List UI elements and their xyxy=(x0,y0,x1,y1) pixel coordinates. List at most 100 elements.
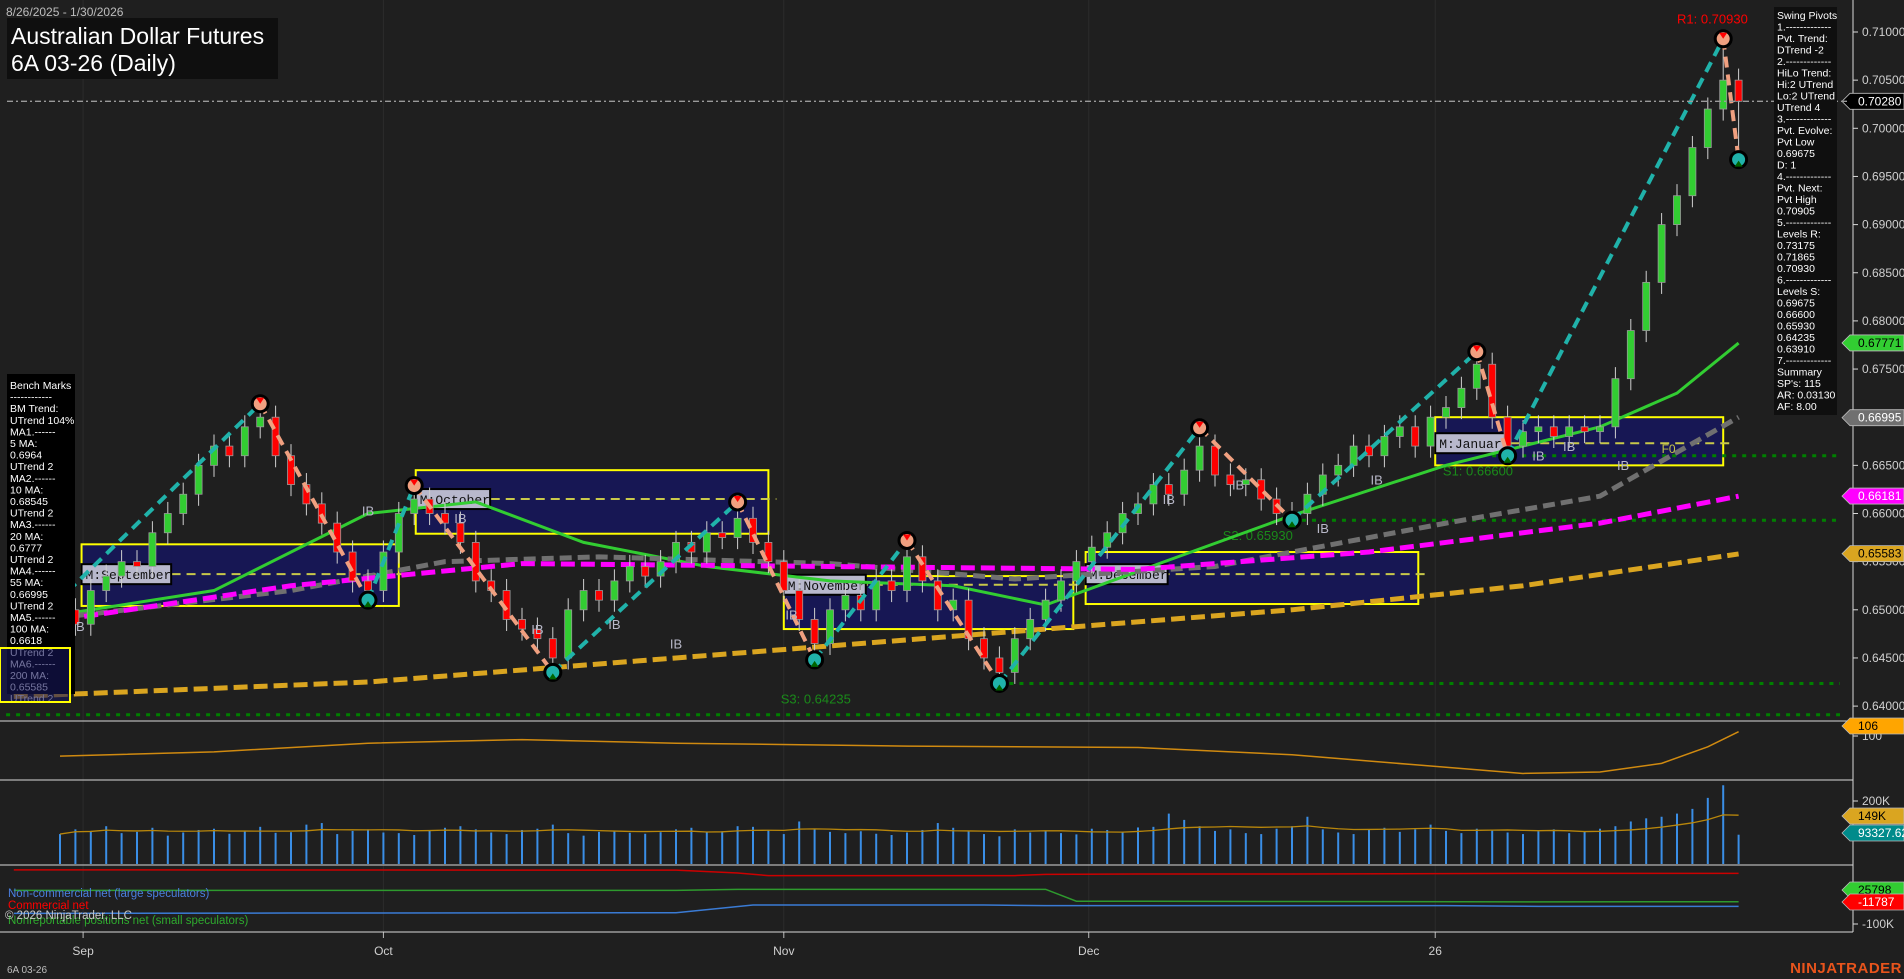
volume-value-marker: 93327.62 xyxy=(1858,826,1904,840)
x-axis-label: Oct xyxy=(374,944,393,958)
swing-pivots-line: Levels R: xyxy=(1777,229,1821,241)
swing-pivots-line: 0.66600 xyxy=(1777,309,1815,321)
swing-pivots-line: Pvt. Next: xyxy=(1777,183,1823,195)
candle-up xyxy=(1058,581,1065,600)
bench-marks-line: BM Trend: xyxy=(10,403,58,415)
flat-label: F0 xyxy=(1662,442,1676,456)
candle-up xyxy=(1350,446,1357,465)
swing-pivots-line: 5.------------- xyxy=(1777,217,1832,229)
ib-marker: IB xyxy=(1232,477,1244,492)
bench-marks-line: Bench Marks xyxy=(10,380,71,392)
candle-up xyxy=(1027,619,1034,638)
bench-marks-line: 55 MA: xyxy=(10,577,43,589)
swing-pivots-line: 4.------------- xyxy=(1777,171,1832,183)
candle-up xyxy=(1335,465,1342,475)
swing-high-pivot-icon xyxy=(1192,420,1208,436)
price-tick-label: 0.65000 xyxy=(1862,603,1904,617)
candle-up xyxy=(1150,485,1157,504)
swing-pivots-line: AR: 0.03130 xyxy=(1777,390,1836,402)
bench-marks-line: 0.6964 xyxy=(10,450,42,462)
candle-up xyxy=(1443,408,1450,418)
candle-up xyxy=(1396,427,1403,437)
candle-up xyxy=(580,591,587,610)
candle-up xyxy=(1627,331,1634,379)
candle-up xyxy=(118,562,125,576)
candle-up xyxy=(257,417,264,427)
candle-up xyxy=(1704,109,1711,148)
x-axis-label: Dec xyxy=(1078,944,1099,958)
x-axis-label: Sep xyxy=(72,944,94,958)
bench-marks-line: MA2.------ xyxy=(10,473,56,485)
ninjatrader-logo: NINJATRADER xyxy=(1790,960,1902,977)
candle-up xyxy=(842,595,849,609)
date-range: 8/26/2025 - 1/30/2026 xyxy=(6,5,124,19)
chart-background xyxy=(0,0,1904,979)
candle-up xyxy=(1181,470,1188,494)
price-tick-label: 0.67500 xyxy=(1862,362,1904,376)
candle-down xyxy=(780,562,787,591)
ib-marker: IB xyxy=(1163,492,1175,507)
ib-marker: IB xyxy=(670,636,682,651)
swing-pivots-line: SP's: 115 xyxy=(1777,378,1821,390)
swing-high-pivot-icon xyxy=(899,532,915,548)
candle-down xyxy=(996,658,1003,672)
price-tick-label: 0.71000 xyxy=(1862,25,1904,39)
candle-down xyxy=(226,446,233,456)
swing-high-pivot-icon xyxy=(252,396,268,412)
price-tick-label: 0.64500 xyxy=(1862,651,1904,665)
price-tick-label: 0.68000 xyxy=(1862,314,1904,328)
bench-marks-line: 0.68545 xyxy=(10,496,48,508)
bench-marks-line: UTrend 2 xyxy=(10,461,54,473)
swing-pivots-line: 0.69675 xyxy=(1777,298,1815,310)
candle-up xyxy=(1720,80,1727,109)
swing-pivots-line: 0.70930 xyxy=(1777,263,1815,275)
swing-pivots-line: 2.------------- xyxy=(1777,56,1832,68)
candle-down xyxy=(1550,427,1557,437)
candle-up xyxy=(1042,600,1049,619)
candle-down xyxy=(134,562,141,567)
candle-up xyxy=(103,576,110,590)
swing-low-pivot-icon xyxy=(1500,448,1516,464)
price-tick-label: 0.64000 xyxy=(1862,699,1904,713)
candle-up xyxy=(1196,446,1203,470)
candle-down xyxy=(549,639,556,658)
price-tick-label: 0.68500 xyxy=(1862,266,1904,280)
ib-marker: IB xyxy=(362,503,374,518)
candle-up xyxy=(1088,547,1095,561)
candle-down xyxy=(811,619,818,643)
price-tick-label: 0.69000 xyxy=(1862,218,1904,232)
chart-canvas[interactable]: SepOctNovDec26 M:SeptemberM:OctoberM:Nov… xyxy=(0,0,1904,979)
ib-marker: IB xyxy=(454,511,466,526)
candle-up xyxy=(1566,427,1573,437)
candle-up xyxy=(195,465,202,494)
bench-marks-line: MA4.------ xyxy=(10,566,56,578)
candle-down xyxy=(1212,446,1219,475)
bench-marks-line: 0.6618 xyxy=(10,635,42,647)
bench-marks-line: UTrend 2 xyxy=(10,554,54,566)
candle-up xyxy=(626,566,633,580)
cot-tick-label: -100K xyxy=(1862,917,1894,931)
swing-pivots-line: 0.65930 xyxy=(1777,321,1815,333)
candle-up xyxy=(1597,427,1604,432)
swing-pivots-line: Pvt. Trend: xyxy=(1777,33,1828,45)
swing-pivots-line: 6.------------- xyxy=(1777,275,1832,287)
swing-pivots-line: Pvt. Evolve: xyxy=(1777,125,1832,137)
candle-up xyxy=(1612,379,1619,427)
level-label: S3: 0.64235 xyxy=(781,691,851,706)
month-label: M:September xyxy=(86,568,172,583)
bench-marks-line: MA3.------ xyxy=(10,519,56,531)
bench-marks-line: 0.66995 xyxy=(10,589,48,601)
price-tick-label: 0.69500 xyxy=(1862,169,1904,183)
candle-down xyxy=(1735,80,1742,101)
candle-up xyxy=(87,591,94,625)
swing-low-pivot-icon xyxy=(545,664,561,680)
candle-up xyxy=(1458,388,1465,407)
swing-pivots-line: Swing Pivots xyxy=(1777,10,1837,22)
candle-up xyxy=(611,581,618,600)
ib-marker: IB xyxy=(1317,521,1329,536)
candle-up xyxy=(1535,427,1542,432)
swing-low-pivot-icon xyxy=(1284,512,1300,528)
ma-100-marker: 0.66181 xyxy=(1858,489,1902,503)
swing-pivots-line: 0.64235 xyxy=(1777,332,1815,344)
swing-pivots-line: 1.------------- xyxy=(1777,22,1832,34)
